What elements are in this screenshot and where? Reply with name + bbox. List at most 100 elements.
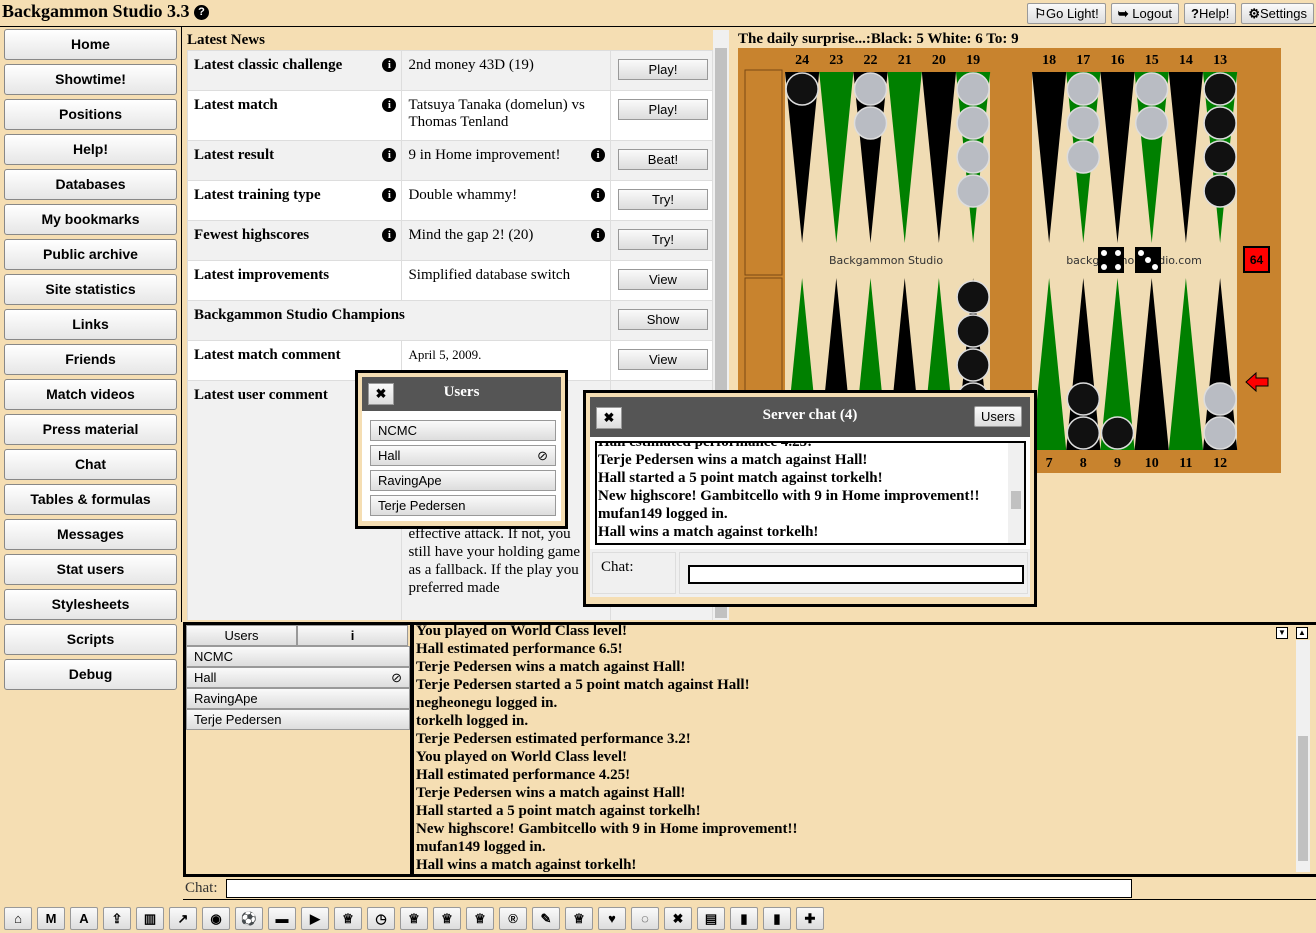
plus-icon[interactable]: ✚ — [796, 907, 824, 930]
user-item[interactable]: NCMC — [370, 420, 556, 441]
white-checker[interactable] — [1134, 72, 1169, 106]
white-checker[interactable] — [1066, 72, 1101, 106]
server-chat-input[interactable] — [688, 565, 1024, 584]
user-item[interactable]: Hall ⊘ — [186, 667, 410, 688]
sidebar-item-debug[interactable]: Debug — [4, 659, 177, 690]
sidebar-item-positions[interactable]: Positions — [4, 99, 177, 130]
user-item[interactable]: Terje Pedersen — [370, 495, 556, 516]
question-circle-icon[interactable]: ? — [194, 5, 210, 20]
black-checker[interactable] — [956, 280, 990, 314]
home-icon[interactable]: ⌂ — [4, 907, 32, 930]
sidebar-item-chat[interactable]: Chat — [4, 449, 177, 480]
trophy-icon[interactable]: ♕ — [334, 907, 362, 930]
bookmark-icon[interactable]: ▮ — [763, 907, 791, 930]
black-checker[interactable] — [785, 72, 819, 106]
news-value[interactable]: Tatsuya Tanaka (domelun) vs Thomas Tenla… — [408, 97, 588, 131]
server-chat-scrollbar[interactable] — [1008, 443, 1024, 543]
heart-icon[interactable]: ♥ — [598, 907, 626, 930]
sidebar-item-tables-formulas[interactable]: Tables & formulas — [4, 484, 177, 515]
white-checker[interactable] — [1066, 140, 1101, 174]
comment-icon[interactable]: ◌ — [631, 907, 659, 930]
white-checker[interactable] — [1066, 106, 1101, 140]
info-icon[interactable]: i — [382, 188, 397, 202]
info-icon[interactable]: i — [382, 148, 397, 162]
a-icon[interactable]: A — [70, 907, 98, 930]
news-value[interactable]: Simplified database switch — [408, 267, 588, 284]
sidebar-item-links[interactable]: Links — [4, 309, 177, 340]
blocked-icon[interactable]: ⊘ — [537, 446, 548, 465]
news-value[interactable]: Mind the gap 2! (20) — [408, 227, 588, 244]
info-icon[interactable]: i — [382, 58, 397, 72]
black-checker[interactable] — [1100, 416, 1135, 450]
black-checker[interactable] — [956, 314, 990, 348]
white-checker[interactable] — [1134, 106, 1169, 140]
info-icon[interactable]: i — [382, 98, 397, 112]
flag-button[interactable]: ⚐Go Light! — [1027, 3, 1106, 24]
news-value[interactable]: Double whammy! — [408, 187, 588, 204]
trophy-icon[interactable]: ♕ — [466, 907, 494, 930]
info-icon[interactable]: i — [297, 625, 408, 646]
news-action-button[interactable]: Try! — [617, 189, 708, 210]
white-checker[interactable] — [956, 174, 990, 208]
chat-log-scrollbar[interactable] — [1296, 640, 1310, 872]
news-value[interactable]: 2nd money 43D (19) — [408, 57, 588, 74]
logout-button[interactable]: ➥ Logout — [1110, 3, 1180, 24]
news-value[interactable]: April 5, 2009. — [408, 347, 588, 363]
user-item[interactable]: Hall ⊘ — [370, 445, 556, 466]
sidebar-item-messages[interactable]: Messages — [4, 519, 177, 550]
m-icon[interactable]: M — [37, 907, 65, 930]
white-checker[interactable] — [853, 106, 888, 140]
edit-icon[interactable]: ✎ — [532, 907, 560, 930]
news-action-button[interactable]: View — [617, 349, 708, 370]
sidebar-item-my-bookmarks[interactable]: My bookmarks — [4, 204, 177, 235]
users-button[interactable]: Users — [974, 406, 1022, 427]
white-checker[interactable] — [853, 72, 888, 106]
clock-icon[interactable]: ◷ — [367, 907, 395, 930]
bar-chart-icon[interactable]: ▥ — [136, 907, 164, 930]
news-action-button[interactable]: Show — [617, 309, 708, 330]
black-checker[interactable] — [956, 348, 990, 382]
sidebar-item-public-archive[interactable]: Public archive — [4, 239, 177, 270]
black-checker[interactable] — [1203, 72, 1237, 106]
black-checker[interactable] — [1203, 174, 1237, 208]
black-checker[interactable] — [1066, 382, 1101, 416]
user-item[interactable]: RavingApe — [370, 470, 556, 491]
sidebar-item-press-material[interactable]: Press material — [4, 414, 177, 445]
chat-input[interactable] — [226, 879, 1132, 898]
sidebar-item-stylesheets[interactable]: Stylesheets — [4, 589, 177, 620]
news-value[interactable]: 9 in Home improvement! — [408, 147, 588, 164]
sidebar-item-showtime[interactable]: Showtime! — [4, 64, 177, 95]
sidebar-item-databases[interactable]: Databases — [4, 169, 177, 200]
film-icon[interactable]: ▤ — [697, 907, 725, 930]
black-checker[interactable] — [1203, 106, 1237, 140]
archive-icon[interactable]: ▬ — [268, 907, 296, 930]
white-checker[interactable] — [956, 72, 990, 106]
black-checker[interactable] — [1203, 140, 1237, 174]
trophy-icon[interactable]: ♕ — [565, 907, 593, 930]
info-icon[interactable]: i — [590, 148, 605, 162]
collapse-down-icon[interactable]: ▼ — [1276, 627, 1288, 639]
users-tab[interactable]: Users — [186, 625, 297, 646]
user-item[interactable]: Terje Pedersen — [186, 709, 410, 730]
white-checker[interactable] — [956, 106, 990, 140]
sidebar-item-friends[interactable]: Friends — [4, 344, 177, 375]
white-checker[interactable] — [1203, 382, 1237, 416]
line-chart-icon[interactable]: ↗ — [169, 907, 197, 930]
sidebar-item-help[interactable]: Help! — [4, 134, 177, 165]
expand-up-icon[interactable]: ▲ — [1296, 627, 1308, 639]
soccer-ball-icon[interactable]: ⚽ — [235, 907, 263, 930]
user-item[interactable]: RavingApe — [186, 688, 410, 709]
registered-icon[interactable]: ® — [499, 907, 527, 930]
news-action-button[interactable]: Play! — [617, 99, 708, 120]
sidebar-item-home[interactable]: Home — [4, 29, 177, 60]
eye-icon[interactable]: ◉ — [202, 907, 230, 930]
user-item[interactable]: NCMC — [186, 646, 410, 667]
black-checker[interactable] — [1066, 416, 1101, 450]
sidebar-item-site-statistics[interactable]: Site statistics — [4, 274, 177, 305]
news-action-button[interactable]: View — [617, 269, 708, 290]
news-action-button[interactable]: Beat! — [617, 149, 708, 170]
gear-button[interactable]: ⚙Settings — [1241, 3, 1314, 24]
sidebar-item-stat-users[interactable]: Stat users — [4, 554, 177, 585]
trophy-icon[interactable]: ♕ — [433, 907, 461, 930]
info-icon[interactable]: i — [590, 228, 605, 242]
